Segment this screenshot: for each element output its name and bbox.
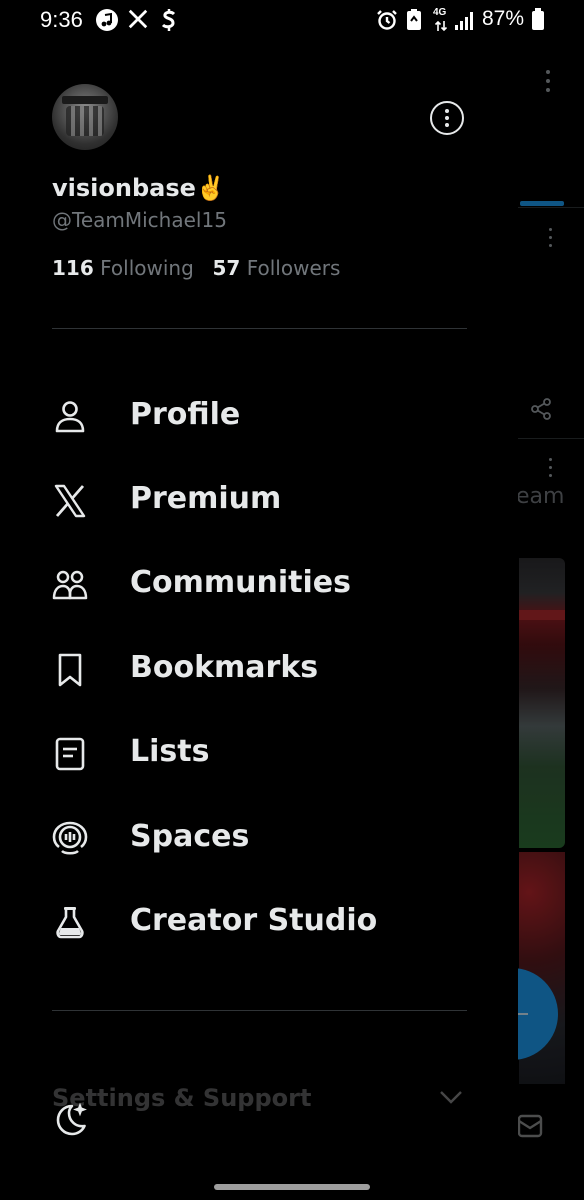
bookmark-icon bbox=[58, 653, 82, 687]
music-app-icon bbox=[96, 9, 118, 31]
battery-saver-icon bbox=[407, 9, 421, 30]
menu-item-premium[interactable]: Premium bbox=[0, 459, 518, 543]
avatar[interactable] bbox=[52, 84, 118, 150]
chevron-down-icon bbox=[440, 1091, 462, 1104]
following-label[interactable]: Following bbox=[100, 256, 194, 280]
menu-item-spaces[interactable]: Spaces bbox=[0, 797, 518, 881]
x-logo-icon bbox=[54, 484, 86, 518]
signal-icon bbox=[455, 12, 473, 30]
followers-label[interactable]: Followers bbox=[247, 256, 341, 280]
spaces-icon bbox=[52, 821, 88, 855]
x-app-icon bbox=[128, 9, 148, 29]
divider bbox=[52, 328, 467, 329]
follow-stats: 116 Following 57 Followers bbox=[52, 256, 340, 280]
menu-item-profile[interactable]: Profile bbox=[0, 375, 518, 459]
battery-percentage: 87% bbox=[482, 7, 525, 30]
divider bbox=[52, 1010, 467, 1011]
menu-item-label: Lists bbox=[130, 734, 210, 769]
dark-mode-icon[interactable] bbox=[52, 1100, 90, 1138]
communities-icon bbox=[52, 570, 88, 600]
account-switcher-button[interactable] bbox=[430, 101, 464, 135]
data-arrows-icon bbox=[434, 20, 448, 32]
battery-icon bbox=[532, 8, 544, 30]
following-count[interactable]: 116 bbox=[52, 256, 94, 280]
status-time: 9:36 bbox=[40, 7, 83, 32]
menu-item-label: Profile bbox=[130, 397, 241, 432]
drawer-scrim[interactable] bbox=[518, 0, 584, 1200]
menu-item-label: Bookmarks bbox=[130, 650, 319, 685]
person-icon bbox=[55, 401, 85, 433]
menu-item-label: Premium bbox=[130, 481, 282, 516]
alarm-icon bbox=[377, 10, 397, 30]
home-indicator[interactable] bbox=[214, 1184, 370, 1190]
network-type: 4G bbox=[433, 7, 447, 18]
menu-item-bookmarks[interactable]: Bookmarks bbox=[0, 628, 518, 712]
user-handle: @TeamMichael15 bbox=[52, 208, 227, 232]
menu-item-creator-studio[interactable]: Creator Studio bbox=[0, 881, 518, 965]
cash-app-icon bbox=[161, 9, 176, 31]
settings-support-label: Settings & Support bbox=[52, 1084, 312, 1112]
menu-item-communities[interactable]: Communities bbox=[0, 543, 518, 627]
menu-item-label: Spaces bbox=[130, 819, 250, 854]
status-bar: 9:36 4G 87% bbox=[0, 0, 584, 40]
flask-icon bbox=[56, 907, 84, 939]
followers-count[interactable]: 57 bbox=[213, 256, 241, 280]
display-name[interactable]: visionbase✌️ bbox=[52, 174, 226, 202]
menu-item-label: Communities bbox=[130, 565, 351, 600]
menu-item-label: Creator Studio bbox=[130, 903, 378, 938]
menu-item-lists[interactable]: Lists bbox=[0, 712, 518, 796]
list-icon bbox=[55, 737, 85, 771]
